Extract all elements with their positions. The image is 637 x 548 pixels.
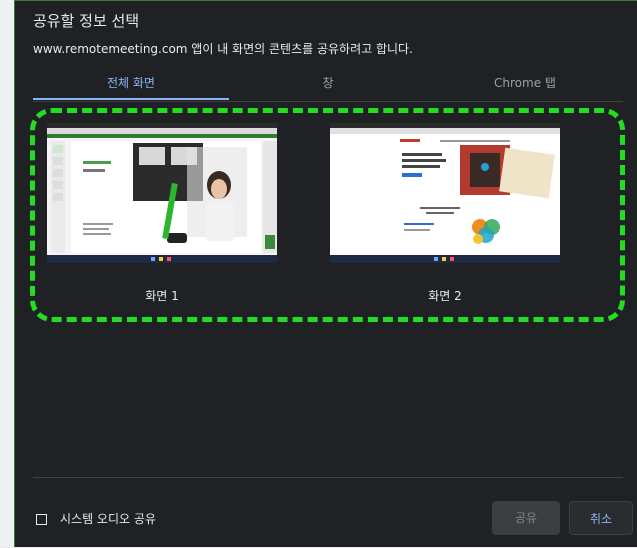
tab-entire-screen[interactable]: 전체 화면: [33, 69, 229, 100]
source-tabs: 전체 화면 창 Chrome 탭: [33, 69, 623, 102]
share-button[interactable]: 공유: [492, 501, 560, 535]
screen-1-label: 화면 1: [145, 289, 179, 303]
screen-2-thumbnail: [330, 123, 560, 263]
cancel-button[interactable]: 취소: [569, 501, 633, 535]
background-page-edge: [0, 0, 14, 547]
system-audio-checkbox[interactable]: [36, 514, 47, 525]
tab-chrome-tab[interactable]: Chrome 탭: [427, 69, 623, 100]
screen-option-2[interactable]: 화면 2: [330, 123, 560, 313]
screen-1-thumbnail: [47, 123, 277, 263]
dialog-title: 공유할 정보 선택: [33, 12, 140, 30]
system-audio-label: 시스템 오디오 공유: [60, 512, 156, 526]
screen-2-preview-image: [330, 123, 560, 263]
dialog-footer: 시스템 오디오 공유 공유 취소: [15, 477, 637, 548]
share-picker-dialog: 공유할 정보 선택 www.remotemeeting.com 앱이 내 화면의…: [14, 0, 637, 547]
screen-1-preview-image: [47, 123, 277, 263]
tab-window[interactable]: 창: [230, 69, 426, 100]
dialog-subtitle: www.remotemeeting.com 앱이 내 화면의 콘텐츠를 공유하려…: [33, 42, 413, 56]
screen-2-label: 화면 2: [428, 289, 462, 303]
screen-option-1[interactable]: 화면 1: [47, 123, 277, 313]
screen-list-panel: 화면 1 화면 2: [30, 101, 625, 478]
